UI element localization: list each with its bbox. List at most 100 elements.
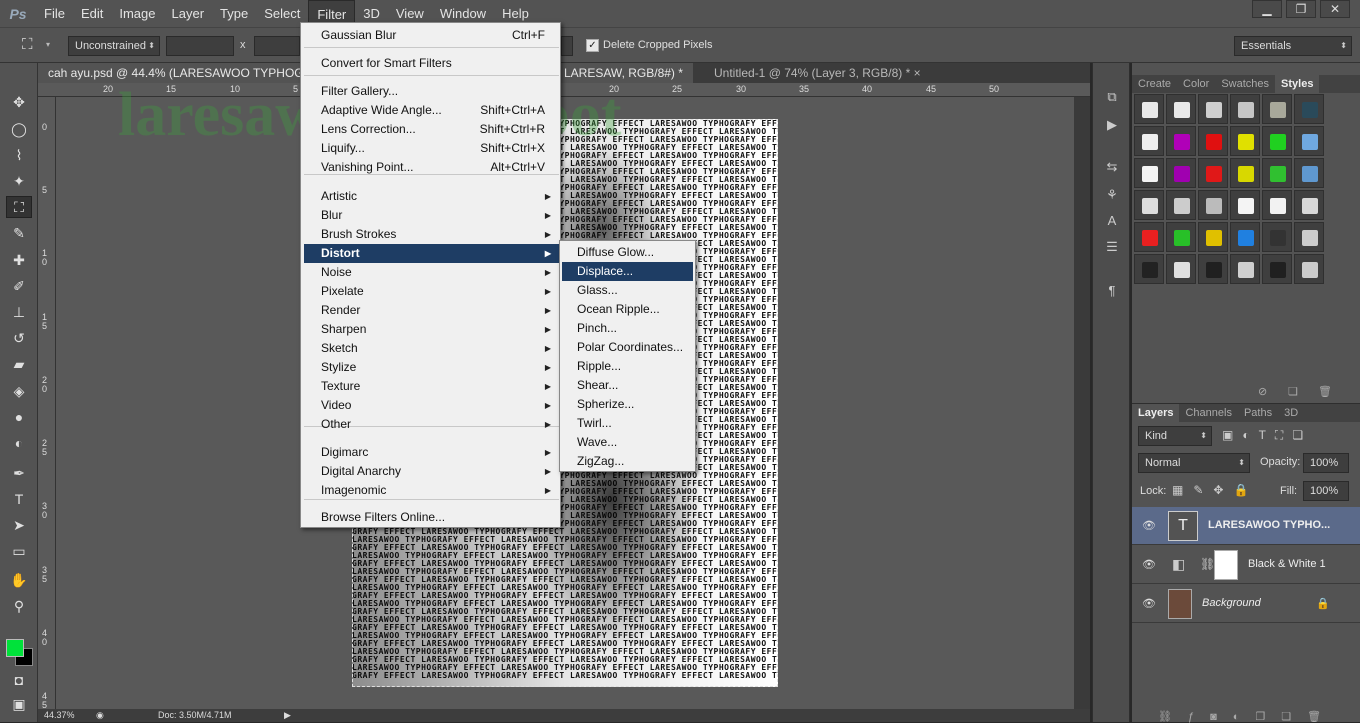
eyedropper-icon[interactable]: ✎ <box>6 222 32 244</box>
filter-menu-item[interactable]: Digital Anarchy ▶ <box>304 462 559 481</box>
lock-icons[interactable]: ▦✎✥🔒 <box>1172 483 1258 497</box>
width-input[interactable] <box>166 36 234 56</box>
style-swatch[interactable] <box>1166 94 1196 124</box>
marquee-tool-icon[interactable]: ◯ <box>6 118 32 140</box>
distort-menu-item[interactable]: Wave... <box>562 433 693 452</box>
distort-menu-item[interactable]: Spherize... <box>562 395 693 414</box>
filter-menu-item[interactable]: Texture ▶ <box>304 377 559 396</box>
layer-name[interactable]: LARESAWOO TYPHO... <box>1208 519 1330 531</box>
filter-menu-item[interactable]: Lens Correction... Shift+Ctrl+R <box>304 120 559 139</box>
eye-icon[interactable]: 👁 <box>1142 597 1156 610</box>
filter-menu-item[interactable]: Adaptive Wide Angle... Shift+Ctrl+A <box>304 101 559 120</box>
filter-menu-item[interactable]: Render ▶ <box>304 301 559 320</box>
style-swatch[interactable] <box>1198 254 1228 284</box>
filter-menu-item[interactable]: Distort ▶ <box>304 244 559 263</box>
distort-menu-item[interactable]: Twirl... <box>562 414 693 433</box>
character-icon[interactable]: A <box>1103 213 1121 231</box>
ratio-select[interactable]: Unconstrained ⬍ <box>68 36 160 56</box>
style-swatch[interactable] <box>1134 190 1164 220</box>
kind-filter-select[interactable]: Kind ⬍ <box>1138 426 1212 446</box>
healing-brush-icon[interactable]: ✚ <box>6 249 32 271</box>
style-swatch[interactable] <box>1198 126 1228 156</box>
style-swatch[interactable] <box>1230 222 1260 252</box>
workspace-select[interactable]: Essentials ⬍ <box>1234 36 1352 56</box>
style-swatch[interactable] <box>1230 190 1260 220</box>
style-swatch[interactable] <box>1294 190 1324 220</box>
lasso-tool-icon[interactable]: ⌇ <box>6 144 32 166</box>
style-swatch[interactable] <box>1198 94 1228 124</box>
chevron-down-icon[interactable]: ▾ <box>46 40 50 49</box>
restore-button[interactable]: ❐ <box>1286 0 1316 18</box>
layer-name[interactable]: Background <box>1202 597 1261 609</box>
filter-menu-item[interactable]: Digimarc ▶ <box>304 443 559 462</box>
style-swatch[interactable] <box>1134 126 1164 156</box>
status-icon[interactable]: ◉ <box>96 710 104 721</box>
zoom-level[interactable]: 44.37% <box>44 710 75 720</box>
paragraph-icon[interactable]: ¶ <box>1103 283 1121 301</box>
layer-row-background[interactable]: 👁 Background 🔒 <box>1132 585 1360 623</box>
style-swatch[interactable] <box>1134 222 1164 252</box>
paint-bucket-icon[interactable]: ◈ <box>6 380 32 402</box>
filter-menu-item[interactable]: Blur ▶ <box>304 206 559 225</box>
style-swatch[interactable] <box>1166 254 1196 284</box>
clear-style-icon[interactable]: ⊘ <box>1258 385 1267 398</box>
filter-menu-item[interactable]: Other ▶ <box>304 415 559 434</box>
filter-menu-item[interactable]: Noise ▶ <box>304 263 559 282</box>
filter-menu-item[interactable]: Vanishing Point... Alt+Ctrl+V <box>304 158 559 177</box>
layer-row-bw[interactable]: 👁 ◧ ⛓ Black & White 1 <box>1132 546 1360 584</box>
tab-3d[interactable]: 3D <box>1278 404 1304 422</box>
style-swatch[interactable] <box>1230 94 1260 124</box>
style-swatch[interactable] <box>1166 222 1196 252</box>
layer-filter-icons[interactable]: ▣◐T⛶❏ <box>1222 428 1312 443</box>
path-selection-icon[interactable]: ➤ <box>6 514 32 536</box>
distort-menu-item[interactable]: Pinch... <box>562 319 693 338</box>
layer-name[interactable]: Black & White 1 <box>1248 558 1326 570</box>
eraser-tool-icon[interactable]: ▰ <box>6 353 32 375</box>
filter-menu-item[interactable]: Video ▶ <box>304 396 559 415</box>
style-swatch[interactable] <box>1262 254 1292 284</box>
filter-menu-item[interactable]: Brush Strokes ▶ <box>304 225 559 244</box>
layer-action-icons[interactable]: ⛓ƒ◙◐❐❏🗑 <box>1158 710 1337 723</box>
blend-mode-select[interactable]: Normal ⬍ <box>1138 453 1250 473</box>
history-brush-icon[interactable]: ↺ <box>6 327 32 349</box>
tab-create[interactable]: Create <box>1132 75 1177 93</box>
style-swatch[interactable] <box>1230 126 1260 156</box>
style-swatch[interactable] <box>1262 158 1292 188</box>
style-swatch[interactable] <box>1262 190 1292 220</box>
adjustments-icon[interactable]: ⇆ <box>1103 159 1121 177</box>
style-swatch[interactable] <box>1294 94 1324 124</box>
distort-menu-item[interactable]: Displace... <box>562 262 693 281</box>
style-swatch[interactable] <box>1262 94 1292 124</box>
style-swatch[interactable] <box>1198 222 1228 252</box>
filter-menu-item[interactable]: Gaussian Blur Ctrl+F <box>304 26 559 45</box>
distort-menu-item[interactable]: Shear... <box>562 376 693 395</box>
new-style-icon[interactable]: ❏ <box>1288 385 1298 398</box>
menu-type[interactable]: Type <box>212 0 256 27</box>
hand-tool-icon[interactable]: ✋ <box>6 569 32 591</box>
move-tool-icon[interactable]: ✥ <box>6 91 32 113</box>
filter-menu-item[interactable]: Imagenomic ▶ <box>304 481 559 500</box>
screen-mode-icon[interactable]: ▣ <box>6 693 32 715</box>
history-icon[interactable]: ⧉ <box>1103 89 1121 107</box>
style-swatch[interactable] <box>1294 126 1324 156</box>
actions-play-icon[interactable]: ▶ <box>1103 117 1121 135</box>
height-input[interactable] <box>254 36 300 56</box>
style-swatch[interactable] <box>1230 158 1260 188</box>
distort-menu-item[interactable]: Ocean Ripple... <box>562 300 693 319</box>
close-icon[interactable]: × <box>914 66 921 80</box>
tab-layers[interactable]: Layers <box>1132 404 1180 422</box>
brush-presets-icon[interactable]: ⚘ <box>1103 187 1121 205</box>
status-arrow-icon[interactable]: ▶ <box>284 710 291 721</box>
style-swatch[interactable] <box>1294 254 1324 284</box>
paragraph-styles-icon[interactable]: ☰ <box>1103 239 1121 257</box>
filter-menu-item[interactable]: Convert for Smart Filters <box>304 54 559 73</box>
crop-tool-icon[interactable]: ⛶ <box>6 196 32 218</box>
stamp-tool-icon[interactable]: ⊥ <box>6 301 32 323</box>
style-swatch[interactable] <box>1230 254 1260 284</box>
filter-menu-item[interactable]: Liquify... Shift+Ctrl+X <box>304 139 559 158</box>
pen-tool-icon[interactable]: ✒ <box>6 462 32 484</box>
style-swatch[interactable] <box>1294 158 1324 188</box>
tab-styles[interactable]: Styles <box>1275 75 1320 93</box>
menu-layer[interactable]: Layer <box>164 0 213 27</box>
blur-tool-icon[interactable]: ● <box>6 406 32 428</box>
